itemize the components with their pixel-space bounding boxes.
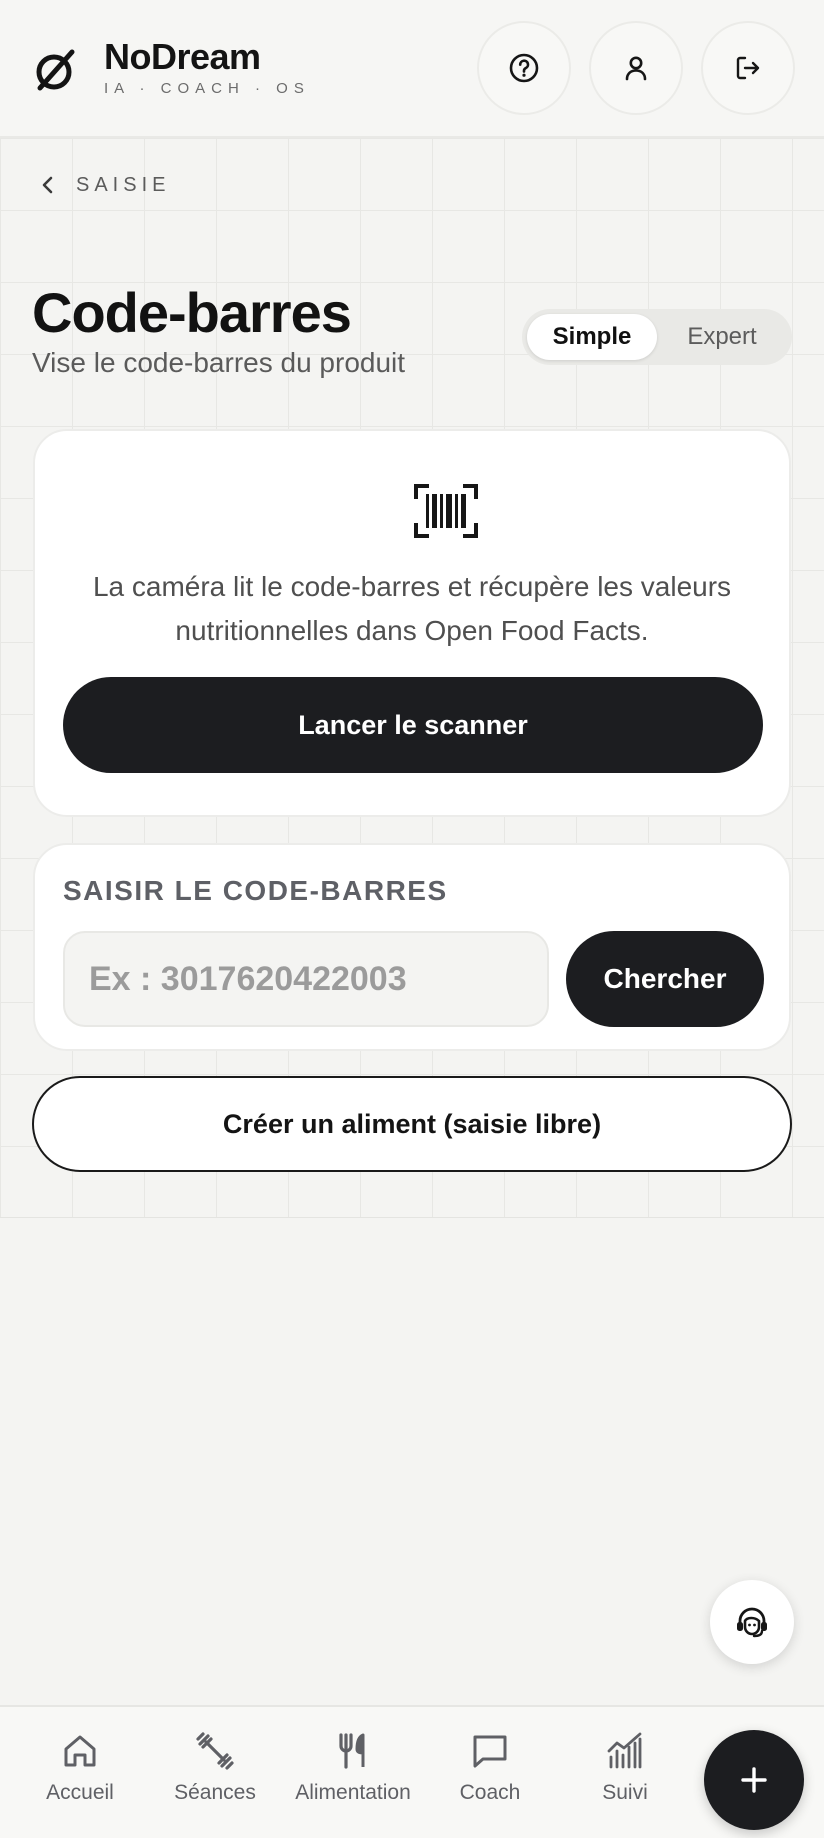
- help-button[interactable]: [477, 21, 571, 115]
- plus-icon: [741, 1767, 767, 1793]
- mode-option-expert[interactable]: Expert: [657, 314, 787, 360]
- profile-button[interactable]: [589, 21, 683, 115]
- nav-item-alimentation[interactable]: Alimentation: [288, 1707, 418, 1838]
- brand-name: NoDream: [104, 36, 261, 77]
- chart-icon: [607, 1732, 642, 1769]
- nav-label-coach: Coach: [459, 1781, 521, 1804]
- app-screen: NoDream IA · COACH · OS SAISIE Code-barr…: [0, 0, 824, 1838]
- scanner-card: La caméra lit le code-barres et récupère…: [33, 429, 791, 817]
- page-subtitle: Vise le code-barres du produit: [32, 347, 406, 378]
- user-icon: [625, 56, 647, 81]
- home-icon: [64, 1735, 96, 1767]
- chat-icon: [473, 1735, 507, 1768]
- nav-label-accueil: Accueil: [46, 1781, 114, 1804]
- help-icon: [509, 53, 539, 83]
- manual-barcode-card: SAISIR LE CODE-BARRES Chercher: [33, 843, 791, 1051]
- mode-toggle: Simple Expert: [522, 309, 792, 365]
- dumbbell-icon: [196, 1732, 234, 1770]
- brand-tagline: IA · COACH · OS: [104, 80, 310, 97]
- page-title: Code-barres: [32, 281, 352, 344]
- logo-icon: [36, 49, 75, 91]
- fork-knife-icon: [339, 1733, 365, 1769]
- nav-label-alimentation: Alimentation: [295, 1781, 411, 1804]
- nav-label-seances: Séances: [174, 1781, 256, 1804]
- nav-item-suivi[interactable]: Suivi: [585, 1707, 665, 1838]
- barcode-input[interactable]: [63, 931, 549, 1027]
- nav-item-seances[interactable]: Séances: [170, 1707, 260, 1838]
- search-barcode-button[interactable]: Chercher: [566, 931, 764, 1027]
- barcode-scan-icon: [414, 484, 478, 538]
- launch-scanner-button[interactable]: Lancer le scanner: [63, 677, 763, 773]
- add-button[interactable]: [704, 1730, 804, 1830]
- bottom-nav: Accueil Séances Alimentation Coach Suivi: [0, 1705, 824, 1838]
- manual-entry-label: SAISIR LE CODE-BARRES: [63, 875, 448, 906]
- nav-label-suivi: Suivi: [602, 1781, 648, 1804]
- app-header: NoDream IA · COACH · OS: [0, 0, 824, 138]
- scanner-description: La caméra lit le code-barres et récupère…: [92, 571, 732, 646]
- create-food-button[interactable]: Créer un aliment (saisie libre): [32, 1076, 792, 1172]
- mode-option-simple[interactable]: Simple: [527, 314, 657, 360]
- headset-icon: [737, 1607, 767, 1638]
- logout-button[interactable]: [701, 21, 795, 115]
- breadcrumb-label: SAISIE: [76, 173, 171, 196]
- logout-icon: [736, 56, 760, 80]
- back-to-saisie-link[interactable]: SAISIE: [38, 170, 170, 200]
- nav-item-coach[interactable]: Coach: [450, 1707, 530, 1838]
- chevron-left-icon: [42, 176, 53, 194]
- coach-support-button[interactable]: [710, 1580, 794, 1664]
- nav-item-accueil[interactable]: Accueil: [40, 1707, 120, 1838]
